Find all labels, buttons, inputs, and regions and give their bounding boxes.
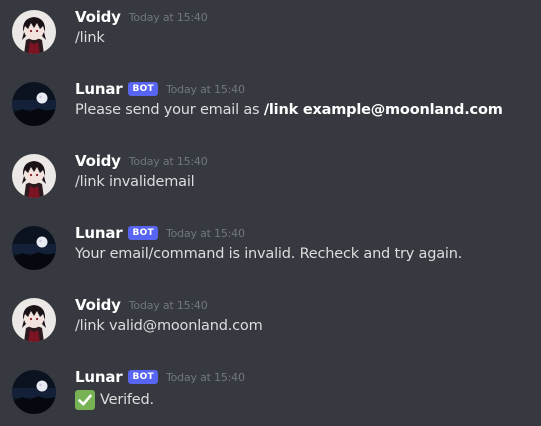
timestamp: Today at 15:40 bbox=[128, 298, 208, 312]
message-content: /link invalidemail bbox=[75, 174, 195, 190]
message-item: Voidy Today at 15:40 /link bbox=[0, 0, 541, 64]
bot-badge: BOT bbox=[128, 82, 158, 96]
chat-message-list: Voidy Today at 15:40 /link Lunar BOT Tod… bbox=[0, 0, 541, 426]
message-header: Lunar BOT Today at 15:40 bbox=[75, 222, 245, 244]
timestamp: Today at 15:40 bbox=[166, 226, 245, 240]
message-text: /link invalidemail bbox=[75, 174, 195, 190]
anime-character-avatar-icon[interactable] bbox=[12, 10, 56, 54]
anime-character-avatar-icon[interactable] bbox=[12, 298, 56, 342]
message-header: Voidy Today at 15:40 bbox=[75, 150, 208, 172]
message-header: Voidy Today at 15:40 bbox=[75, 6, 208, 28]
bot-badge: BOT bbox=[128, 370, 158, 384]
message-text: /link bbox=[75, 30, 105, 46]
message-content: Please send your email as /link example@… bbox=[75, 102, 503, 118]
message-content: /link valid@moonland.com bbox=[75, 318, 263, 334]
author-name[interactable]: Voidy bbox=[75, 152, 121, 170]
timestamp: Today at 15:40 bbox=[166, 370, 245, 384]
moon-night-avatar-icon[interactable] bbox=[12, 226, 56, 270]
message-header: Lunar BOT Today at 15:40 bbox=[75, 78, 245, 100]
message-text: /link valid@moonland.com bbox=[75, 318, 263, 334]
moon-night-avatar-icon[interactable] bbox=[12, 82, 56, 126]
message-text: Please send your email as bbox=[75, 102, 264, 118]
message-text: Verifed. bbox=[100, 392, 154, 408]
message-content: Your email/command is invalid. Recheck a… bbox=[75, 246, 462, 262]
author-name[interactable]: Voidy bbox=[75, 296, 121, 314]
author-name[interactable]: Lunar bbox=[75, 224, 123, 242]
message-item: Voidy Today at 15:40 /link invalidemail bbox=[0, 144, 541, 208]
message-text-bold: /link example@moonland.com bbox=[263, 102, 503, 118]
message-item: Lunar BOT Today at 15:40 Verifed. bbox=[0, 360, 541, 424]
moon-night-avatar-icon[interactable] bbox=[12, 370, 56, 414]
message-item: Lunar BOT Today at 15:40 Your email/comm… bbox=[0, 216, 541, 280]
author-name[interactable]: Lunar bbox=[75, 368, 123, 386]
check-mark-icon bbox=[75, 390, 95, 410]
anime-character-avatar-icon[interactable] bbox=[12, 154, 56, 198]
message-text: Your email/command is invalid. Recheck a… bbox=[75, 246, 463, 262]
author-name[interactable]: Voidy bbox=[75, 8, 121, 26]
author-name[interactable]: Lunar bbox=[75, 80, 123, 98]
message-header: Lunar BOT Today at 15:40 bbox=[75, 366, 245, 388]
timestamp: Today at 15:40 bbox=[166, 82, 245, 96]
timestamp: Today at 15:40 bbox=[128, 10, 208, 24]
bot-badge: BOT bbox=[128, 226, 158, 240]
timestamp: Today at 15:40 bbox=[128, 154, 208, 168]
message-item: Voidy Today at 15:40 /link valid@moonlan… bbox=[0, 288, 541, 352]
message-content: /link bbox=[75, 30, 105, 46]
message-item: Lunar BOT Today at 15:40 Please send you… bbox=[0, 72, 541, 136]
message-content: Verifed. bbox=[75, 390, 154, 410]
message-header: Voidy Today at 15:40 bbox=[75, 294, 208, 316]
